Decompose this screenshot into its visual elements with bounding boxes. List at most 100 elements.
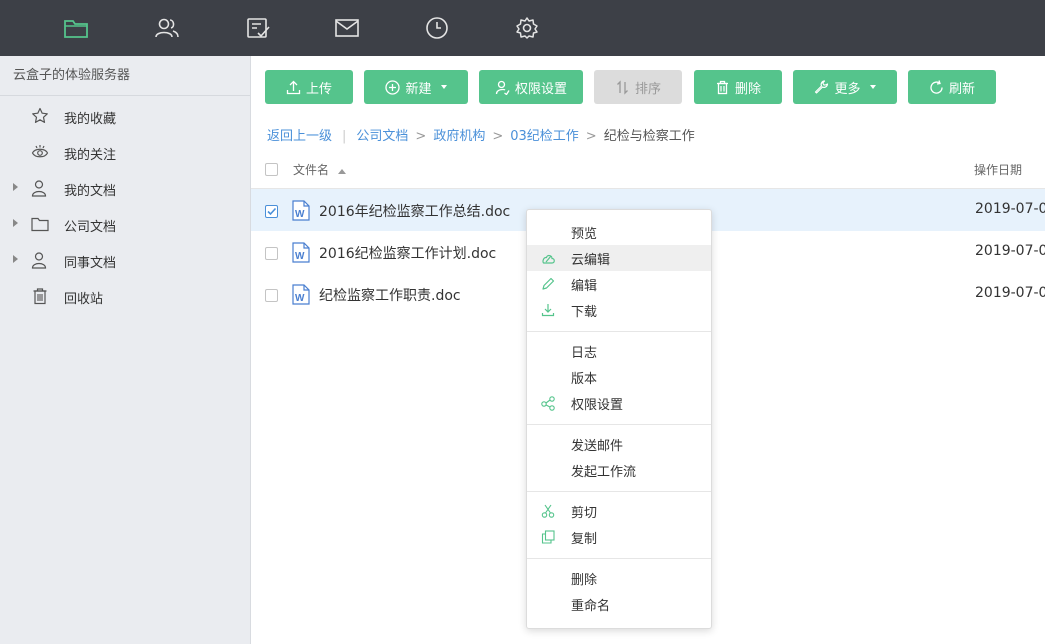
contacts-icon[interactable] (152, 13, 182, 43)
menu-item-edit[interactable]: 编辑 (527, 271, 711, 297)
clock-icon[interactable] (422, 13, 452, 43)
sidebar-item-following[interactable]: 我的关注 (0, 134, 250, 170)
eye-icon (31, 143, 49, 161)
menu-item-permissions[interactable]: 权限设置 (527, 390, 711, 416)
user-icon (31, 179, 49, 197)
row-checkbox[interactable] (265, 289, 278, 302)
svg-text:W: W (295, 293, 305, 304)
new-label: 新建 (405, 81, 432, 97)
menu-separator (527, 558, 711, 559)
sidebar-item-my-docs[interactable]: 我的文档 (0, 170, 250, 206)
sidebar-item-recycle-bin[interactable]: 回收站 (0, 278, 250, 314)
cloud-edit-icon (540, 250, 556, 266)
upload-label: 上传 (305, 81, 332, 97)
menu-item-delete[interactable]: 删除 (527, 565, 711, 591)
sidebar-item-label: 同事文档 (64, 256, 117, 271)
column-header-date[interactable]: 操作日期 (974, 161, 1022, 178)
menu-item-copy[interactable]: 复制 (527, 524, 711, 550)
users-icon (31, 251, 49, 269)
menu-item-rename[interactable]: 重命名 (527, 591, 711, 617)
file-name[interactable]: 2016纪检监察工作计划.doc (319, 243, 496, 263)
trash-icon (716, 80, 728, 94)
plus-circle-icon (385, 79, 401, 95)
word-document-icon: W (292, 284, 310, 309)
permissions-label: 权限设置 (514, 81, 567, 97)
breadcrumb-separator: > (492, 129, 504, 144)
refresh-button[interactable]: 刷新 (908, 70, 996, 104)
share-nodes-icon (540, 395, 556, 411)
delete-label: 删除 (734, 81, 761, 97)
breadcrumb: 返回上一级 | 公司文档 > 政府机构 >03纪检工作 > 纪检与检察工作 (267, 125, 695, 144)
breadcrumb-separator: > (415, 129, 427, 144)
menu-item-send-email[interactable]: 发送邮件 (527, 431, 711, 457)
delete-button[interactable]: 删除 (694, 70, 782, 104)
sort-asc-icon (337, 169, 346, 174)
sidebar-item-label: 公司文档 (64, 220, 117, 235)
sidebar-item-favorites[interactable]: 我的收藏 (0, 98, 250, 134)
menu-item-download[interactable]: 下载 (527, 297, 711, 323)
breadcrumb-separator: > (585, 129, 597, 144)
svg-text:W: W (295, 251, 305, 262)
copy-icon (540, 529, 556, 545)
more-button[interactable]: 更多 (793, 70, 897, 104)
refresh-icon (930, 79, 943, 94)
pencil-icon (540, 276, 556, 292)
menu-item-cut[interactable]: 剪切 (527, 498, 711, 524)
folder-icon (31, 215, 49, 233)
menu-item-start-workflow[interactable]: 发起工作流 (527, 457, 711, 483)
row-checkbox[interactable] (265, 205, 278, 218)
download-icon (540, 302, 556, 318)
file-name[interactable]: 纪检监察工作职责.doc (319, 285, 461, 305)
file-name[interactable]: 2016年纪检监察工作总结.doc (319, 201, 510, 221)
settings-icon[interactable] (512, 13, 542, 43)
mail-icon[interactable] (332, 13, 362, 43)
expand-arrow-icon[interactable] (13, 255, 18, 263)
trash-icon (31, 287, 49, 305)
breadcrumb-item[interactable]: 03纪检工作 (510, 129, 579, 144)
word-document-icon: W (292, 242, 310, 267)
menu-separator (527, 331, 711, 332)
menu-item-cloud-edit[interactable]: 云编辑 (527, 245, 711, 271)
sort-button[interactable]: 排序 (594, 70, 682, 104)
tasks-icon[interactable] (243, 13, 273, 43)
divider: | (342, 129, 347, 144)
file-date: 2019-07-0 (975, 243, 1045, 259)
wrench-icon (815, 79, 829, 94)
breadcrumb-current: 纪检与检察工作 (603, 129, 695, 144)
expand-arrow-icon[interactable] (13, 183, 18, 191)
word-document-icon: W (292, 200, 310, 225)
server-title: 云盒子的体验服务器 (0, 56, 250, 96)
sidebar: 云盒子的体验服务器 我的收藏 我的关注 我的文档 公司文档 同事文档 回收站 (0, 56, 251, 644)
permissions-button[interactable]: 权限设置 (479, 70, 583, 104)
new-button[interactable]: 新建 (364, 70, 468, 104)
sidebar-item-label: 回收站 (64, 292, 104, 307)
sidebar-item-label: 我的文档 (64, 184, 117, 199)
breadcrumb-item[interactable]: 政府机构 (433, 129, 485, 144)
menu-item-log[interactable]: 日志 (527, 338, 711, 364)
star-icon (31, 107, 49, 125)
folder-icon[interactable] (61, 13, 91, 43)
menu-separator (527, 424, 711, 425)
top-nav-bar (0, 0, 1045, 56)
sidebar-item-company-docs[interactable]: 公司文档 (0, 206, 250, 242)
file-date: 2019-07-0 (975, 285, 1045, 301)
upload-button[interactable]: 上传 (265, 70, 353, 104)
sort-icon (617, 79, 628, 95)
column-header-name[interactable]: 文件名 (293, 161, 346, 178)
refresh-label: 刷新 (948, 81, 975, 97)
menu-item-preview[interactable]: 预览 (527, 219, 711, 245)
select-all-checkbox[interactable] (265, 163, 278, 176)
sidebar-item-label: 我的关注 (64, 148, 117, 163)
svg-text:W: W (295, 209, 305, 220)
breadcrumb-item[interactable]: 公司文档 (356, 129, 408, 144)
caret-down-icon (440, 85, 447, 89)
menu-separator (527, 491, 711, 492)
scissors-icon (540, 503, 556, 519)
file-date: 2019-07-0 (975, 201, 1045, 217)
sidebar-item-colleague-docs[interactable]: 同事文档 (0, 242, 250, 278)
row-checkbox[interactable] (265, 247, 278, 260)
menu-item-versions[interactable]: 版本 (527, 364, 711, 390)
back-link[interactable]: 返回上一级 (267, 129, 332, 144)
user-key-icon (495, 80, 510, 95)
expand-arrow-icon[interactable] (13, 219, 18, 227)
